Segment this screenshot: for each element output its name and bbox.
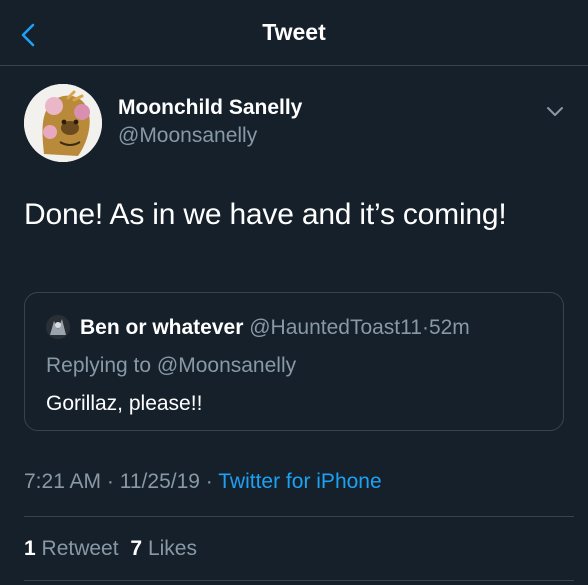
quote-author-name: Ben or whatever: [80, 316, 244, 339]
author-avatar[interactable]: [24, 84, 102, 162]
divider: [24, 516, 574, 517]
likes-label: Likes: [147, 537, 197, 560]
top-bar: Tweet: [0, 0, 588, 66]
page-title: Tweet: [262, 19, 326, 45]
retweets-stat[interactable]: 1 Retweet: [24, 537, 119, 560]
divider: [24, 580, 574, 581]
replying-handle: @Moonsanelly: [156, 354, 297, 377]
retweets-label: Retweet: [41, 537, 119, 560]
tweet-source-link[interactable]: Twitter for iPhone: [218, 470, 381, 493]
retweets-count: 1: [24, 537, 36, 560]
tweet-text: Done! As in we have and it’s coming!: [24, 198, 507, 231]
quote-author-handle: @HauntedToast11: [249, 316, 422, 339]
avatar-image: [46, 315, 70, 339]
author-handle[interactable]: @Moonsanelly: [118, 124, 257, 148]
tweet-time: 7:21 AM: [24, 470, 102, 493]
quote-time-ago: 52m: [428, 316, 470, 339]
tweet-options-button[interactable]: [542, 98, 568, 124]
replying-prefix: Replying to: [46, 354, 152, 377]
quote-author-avatar: [46, 315, 70, 339]
avatar-image: [24, 84, 102, 162]
author-name[interactable]: Moonchild Sanelly: [118, 96, 302, 120]
likes-count: 7: [130, 537, 143, 560]
quote-replying-to: Replying to @Moonsanelly: [46, 354, 296, 378]
meta-separator: ·: [205, 470, 213, 493]
tweet-meta: 7:21 AM · 11/25/19 · Twitter for iPhone: [24, 470, 382, 494]
meta-separator: ·: [106, 470, 114, 493]
quoted-tweet[interactable]: Ben or whatever @HauntedToast11·52m Repl…: [24, 292, 564, 431]
tweet-date: 11/25/19: [119, 470, 200, 493]
quote-separator: ·: [421, 316, 429, 339]
quote-text: Gorillaz, please!!: [46, 392, 203, 415]
likes-stat[interactable]: 7 Likes: [130, 537, 197, 560]
tweet-stats: 1 Retweet 7 Likes: [24, 537, 197, 561]
quote-header: Ben or whatever @HauntedToast11·52m: [80, 316, 470, 340]
chevron-down-icon: [547, 107, 563, 116]
